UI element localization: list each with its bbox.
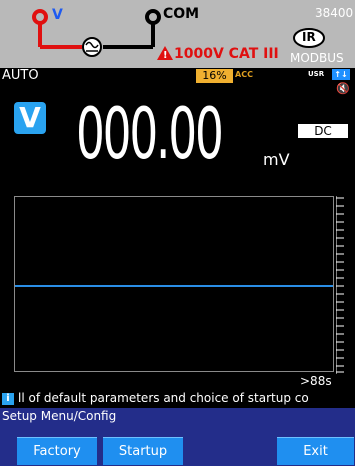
modbus-label: MODBUS (290, 51, 344, 65)
info-icon: i (2, 393, 14, 405)
transfer-icon: ↑↓ (332, 69, 350, 80)
svg-text:!: ! (163, 50, 168, 61)
usr-label: USR (308, 70, 325, 78)
function-badge[interactable]: V (14, 102, 46, 134)
coupling-badge[interactable]: DC (298, 124, 348, 138)
ir-label: IR (302, 30, 316, 44)
main-reading: 000.00 (76, 93, 224, 175)
auto-range-label: AUTO (2, 68, 39, 83)
status-bar (0, 68, 355, 84)
graph-scale-ticks (336, 196, 344, 374)
help-text: ll of default parameters and choice of s… (18, 391, 309, 405)
factory-button[interactable]: Factory (17, 437, 97, 465)
input-v-label: V (52, 7, 63, 23)
accuracy-label: ACC (235, 70, 253, 79)
trend-graph (14, 196, 334, 372)
input-connection-banner: ! V COM 1000V CAT III 38400 IR MODBUS (0, 0, 355, 68)
input-com-label: COM (163, 6, 200, 22)
reading-unit: mV (263, 150, 290, 169)
model-number: 38400 (315, 6, 354, 20)
exit-button[interactable]: Exit (277, 437, 354, 465)
startup-button[interactable]: Startup (103, 437, 183, 465)
trend-trace (15, 285, 333, 287)
warning-text: 1000V CAT III (174, 46, 279, 62)
time-scale-label: >88s (300, 374, 332, 388)
menu-title: Setup Menu/Config (0, 408, 355, 432)
help-line: i ll of default parameters and choice of … (0, 391, 355, 408)
speaker-muted-icon: 🔇 (336, 82, 350, 95)
range-bargraph: 16% (196, 69, 233, 83)
